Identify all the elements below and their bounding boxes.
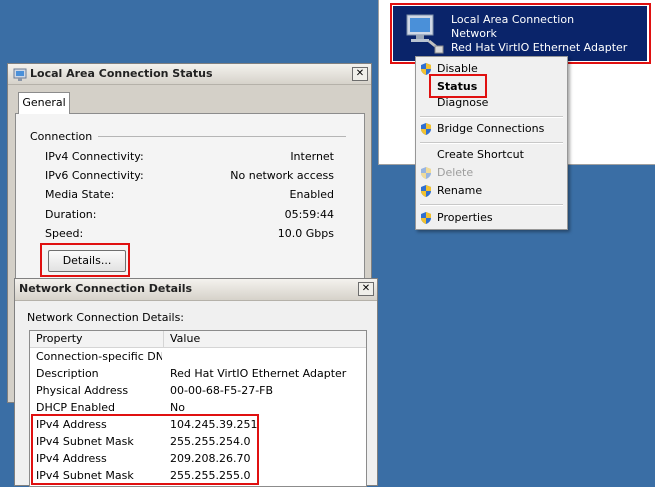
value-cell: 00-00-68-F5-27-FB [170, 384, 274, 397]
close-icon: ✕ [361, 283, 371, 294]
value-cell: 255.255.254.0 [170, 435, 251, 448]
property-cell: IPv4 Subnet Mask [36, 469, 134, 482]
value-cell: No [170, 401, 185, 414]
connection-group-label: Connection [30, 130, 97, 143]
speed-value: 10.0 Gbps [277, 227, 334, 240]
table-row[interactable]: IPv4 Address 104.245.39.251 [30, 416, 366, 433]
tab-label: General [22, 96, 66, 109]
network-status-icon [13, 68, 27, 81]
menu-item-label: Rename [437, 184, 483, 197]
details-list[interactable]: Property Value Connection-specific DN...… [29, 330, 367, 487]
adapter-network: Network [451, 27, 497, 40]
details-button[interactable]: Details... [48, 250, 126, 272]
group-divider [98, 136, 346, 137]
media-state-value: Enabled [289, 188, 334, 201]
context-menu: Disable Status Diagnose Bridge Connectio… [415, 56, 568, 230]
duration-label: Duration: [45, 208, 97, 221]
tab-general[interactable]: General [18, 92, 70, 114]
menu-item-label: Properties [437, 211, 493, 224]
network-adapter-icon [406, 14, 444, 54]
media-state-label: Media State: [45, 188, 115, 201]
value-cell: 209.208.26.70 [170, 452, 251, 465]
shield-icon [421, 63, 431, 75]
menu-item-label: Bridge Connections [437, 122, 545, 135]
table-row[interactable]: IPv4 Address 209.208.26.70 [30, 450, 366, 467]
property-cell: IPv4 Address [36, 418, 107, 431]
property-cell: Description [36, 367, 99, 380]
details-dialog-title: Network Connection Details [19, 282, 193, 295]
menu-item-properties[interactable]: Properties [416, 209, 567, 227]
details-dialog: Network Connection Details ✕ Network Con… [14, 278, 378, 487]
property-cell: IPv4 Address [36, 452, 107, 465]
details-dialog-titlebar[interactable]: Network Connection Details ✕ [15, 279, 377, 301]
menu-item-label: Diagnose [437, 96, 489, 109]
property-cell: Connection-specific DN... [36, 350, 162, 363]
adapter-tile-local-area-connection[interactable]: Local Area Connection Network Red Hat Vi… [393, 6, 647, 61]
status-dialog-titlebar[interactable]: Local Area Connection Status ✕ [8, 64, 371, 85]
status-dialog-title: Local Area Connection Status [30, 67, 213, 80]
column-header-property[interactable]: Property [30, 331, 164, 348]
menu-separator [420, 204, 563, 206]
menu-item-diagnose[interactable]: Diagnose [416, 94, 567, 112]
table-row[interactable]: IPv4 Subnet Mask 255.255.254.0 [30, 433, 366, 450]
menu-separator [420, 142, 563, 144]
menu-separator [420, 116, 563, 118]
close-icon: ✕ [355, 68, 365, 79]
duration-value: 05:59:44 [284, 208, 334, 221]
ipv6-connectivity-value: No network access [230, 169, 334, 182]
details-button-label: Details... [62, 254, 112, 267]
menu-item-label: Status [437, 80, 478, 93]
menu-item-delete[interactable]: Delete [416, 164, 567, 182]
menu-item-label: Create Shortcut [437, 148, 524, 161]
shield-icon [421, 123, 431, 135]
value-cell: 104.245.39.251 [170, 418, 258, 431]
speed-label: Speed: [45, 227, 84, 240]
table-row[interactable]: DHCP Enabled No [30, 399, 366, 416]
table-row[interactable]: Connection-specific DN... [30, 348, 366, 365]
property-cell: DHCP Enabled [36, 401, 116, 414]
shield-icon [421, 212, 431, 224]
status-close-button[interactable]: ✕ [352, 67, 368, 81]
property-cell: IPv4 Subnet Mask [36, 435, 134, 448]
details-close-button[interactable]: ✕ [358, 282, 374, 296]
value-cell: Red Hat VirtIO Ethernet Adapter [170, 367, 347, 380]
property-cell: Physical Address [36, 384, 129, 397]
menu-item-disable[interactable]: Disable [416, 60, 567, 78]
menu-item-rename[interactable]: Rename [416, 182, 567, 200]
adapter-device: Red Hat VirtIO Ethernet Adapter [451, 41, 628, 54]
table-row[interactable]: Description Red Hat VirtIO Ethernet Adap… [30, 365, 366, 382]
ipv4-connectivity-value: Internet [290, 150, 334, 163]
table-row[interactable]: Physical Address 00-00-68-F5-27-FB [30, 382, 366, 399]
ipv6-connectivity-label: IPv6 Connectivity: [45, 169, 144, 182]
shield-icon [421, 185, 431, 197]
adapter-name: Local Area Connection [451, 13, 575, 26]
details-caption: Network Connection Details: [27, 311, 185, 324]
column-header-value[interactable]: Value [164, 331, 366, 348]
value-cell: 255.255.255.0 [170, 469, 251, 482]
menu-item-bridge-connections[interactable]: Bridge Connections [416, 120, 567, 138]
menu-item-label: Disable [437, 62, 478, 75]
menu-item-create-shortcut[interactable]: Create Shortcut [416, 146, 567, 164]
ipv4-connectivity-label: IPv4 Connectivity: [45, 150, 144, 163]
table-row[interactable]: IPv4 Subnet Mask 255.255.255.0 [30, 467, 366, 484]
shield-icon [421, 167, 431, 179]
menu-item-label: Delete [437, 166, 474, 179]
